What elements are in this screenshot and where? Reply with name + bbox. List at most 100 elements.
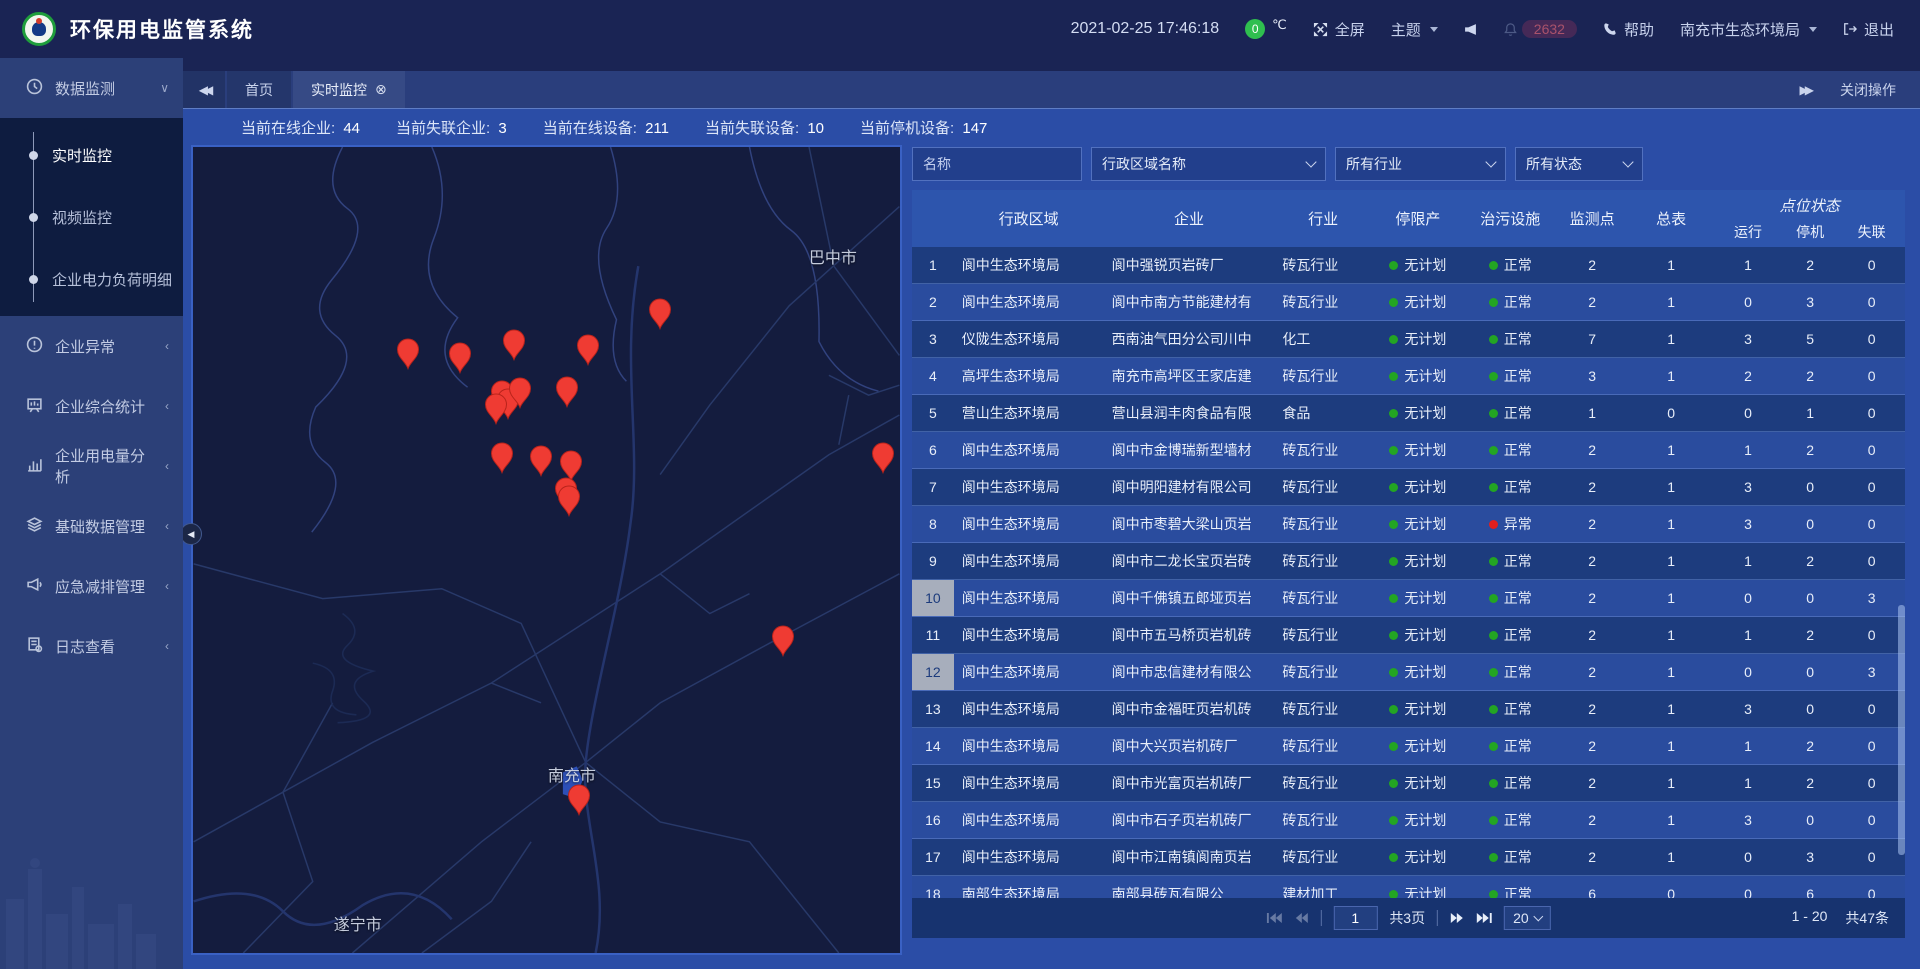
map-panel[interactable]: 巴中市南充市遂宁市 xyxy=(191,145,902,955)
status-dot-green xyxy=(1489,890,1498,899)
tab-close-icon[interactable]: ⊗ xyxy=(375,81,387,98)
map-pin-icon[interactable] xyxy=(648,298,672,330)
table-row[interactable]: 18南部生态环境局南部县砖瓦有限公建材加工无计划正常60060 xyxy=(912,876,1905,898)
table-row[interactable]: 1阆中生态环境局阆中强锐页岩砖厂砖瓦行业无计划正常21120 xyxy=(912,247,1905,284)
status-dot-green xyxy=(1389,742,1398,751)
sidebar-item-4[interactable]: 基础数据管理‹ xyxy=(0,496,183,556)
cell-total-meters: 1 xyxy=(1628,802,1714,838)
sidebar-subitem[interactable]: 企业电力负荷明细 xyxy=(0,248,183,310)
next-page-button[interactable] xyxy=(1450,912,1464,924)
cell-facility-status: 正常 xyxy=(1464,284,1556,320)
org-dropdown[interactable]: 南充市生态环境局 xyxy=(1680,19,1817,40)
cell-total-meters: 1 xyxy=(1628,765,1714,801)
tab-实时监控[interactable]: 实时监控⊗ xyxy=(293,71,405,108)
cell-monitor-points: 2 xyxy=(1556,691,1627,727)
status-text: 正常 xyxy=(1504,773,1532,793)
industry-select[interactable]: 所有行业 xyxy=(1335,147,1506,181)
table-row[interactable]: 14阆中生态环境局阆中大兴页岩机砖厂砖瓦行业无计划正常21120 xyxy=(912,728,1905,765)
cell-running: 1 xyxy=(1714,617,1782,653)
fullscreen-button[interactable]: 全屏 xyxy=(1313,19,1365,40)
region-select[interactable]: 行政区域名称 xyxy=(1091,147,1326,181)
table-row[interactable]: 8阆中生态环境局阆中市枣碧大梁山页岩砖瓦行业无计划异常21300 xyxy=(912,506,1905,543)
notifications[interactable]: 2632 xyxy=(1503,20,1577,38)
table-row[interactable]: 9阆中生态环境局阆中市二龙长宝页岩砖砖瓦行业无计划正常21120 xyxy=(912,543,1905,580)
map-pin-icon[interactable] xyxy=(396,338,420,370)
map-pin-icon[interactable] xyxy=(484,393,508,425)
cell-running: 1 xyxy=(1714,728,1782,764)
tabs-scroll-right-button[interactable]: ▶▶ xyxy=(1800,83,1810,97)
status-text: 无计划 xyxy=(1404,625,1446,645)
table-row[interactable]: 10阆中生态环境局阆中千佛镇五郎垭页岩砖瓦行业无计划正常21003 xyxy=(912,580,1905,617)
table-row[interactable]: 3仪陇生态环境局西南油气田分公司川中化工无计划正常71350 xyxy=(912,321,1905,358)
sidebar-item-1[interactable]: 企业异常‹ xyxy=(0,316,183,376)
sidebar-item-5[interactable]: 应急减排管理‹ xyxy=(0,556,183,616)
mute-button[interactable] xyxy=(1464,23,1477,36)
column-group-header: 点位状态 xyxy=(1714,190,1905,215)
map-pin-icon[interactable] xyxy=(557,485,581,517)
first-page-button[interactable] xyxy=(1266,912,1282,924)
status-metric: 当前在线企业: 44 xyxy=(241,117,360,138)
table-row[interactable]: 4高坪生态环境局南充市高坪区王家店建砖瓦行业无计划正常31220 xyxy=(912,358,1905,395)
cell-industry: 砖瓦行业 xyxy=(1274,765,1371,801)
cell-seq: 12 xyxy=(912,654,954,690)
cell-facility-status: 正常 xyxy=(1464,654,1556,690)
name-search-input[interactable] xyxy=(912,147,1082,181)
map-pin-icon[interactable] xyxy=(490,442,514,474)
status-select[interactable]: 所有状态 xyxy=(1515,147,1643,181)
status-dot-green xyxy=(1489,594,1498,603)
cell-seq: 10 xyxy=(912,580,954,616)
chevron-down-icon xyxy=(1485,156,1496,167)
sidebar-item-2[interactable]: 企业综合统计‹ xyxy=(0,376,183,436)
map-pin-icon[interactable] xyxy=(567,784,591,816)
theme-dropdown[interactable]: 主题 xyxy=(1391,19,1438,40)
table-row[interactable]: 13阆中生态环境局阆中市金福旺页岩机砖砖瓦行业无计划正常21300 xyxy=(912,691,1905,728)
map-pin-icon[interactable] xyxy=(448,342,472,374)
table-row[interactable]: 12阆中生态环境局阆中市忠信建材有限公砖瓦行业无计划正常21003 xyxy=(912,654,1905,691)
sidebar-item-3[interactable]: 企业用电量分析‹ xyxy=(0,436,183,496)
cell-offline: 0 xyxy=(1838,543,1905,579)
page-number-input[interactable] xyxy=(1333,906,1377,930)
cell-company: 阆中市二龙长宝页岩砖 xyxy=(1104,543,1275,579)
cell-industry: 砖瓦行业 xyxy=(1274,432,1371,468)
table-row[interactable]: 17阆中生态环境局阆中市江南镇阆南页岩砖瓦行业无计划正常21030 xyxy=(912,839,1905,876)
cell-offline: 0 xyxy=(1838,765,1905,801)
map-pin-icon[interactable] xyxy=(508,377,532,409)
table-row[interactable]: 16阆中生态环境局阆中市石子页岩机砖厂砖瓦行业无计划正常21300 xyxy=(912,802,1905,839)
bell-icon xyxy=(1503,22,1518,37)
tabs-scroll-left-button[interactable]: ◀◀ xyxy=(183,71,225,108)
cell-company: 阆中市光富页岩机砖厂 xyxy=(1104,765,1275,801)
log-file-icon xyxy=(26,636,43,657)
close-operations-button[interactable]: 关闭操作 xyxy=(1840,80,1896,100)
map-pin-icon[interactable] xyxy=(555,376,579,408)
table-row[interactable]: 15阆中生态环境局阆中市光富页岩机砖厂砖瓦行业无计划正常21120 xyxy=(912,765,1905,802)
map-pin-icon[interactable] xyxy=(576,334,600,366)
previous-page-button[interactable] xyxy=(1294,912,1308,924)
sidebar-subitem[interactable]: 实时监控 xyxy=(0,124,183,186)
table-row[interactable]: 2阆中生态环境局阆中市南方节能建材有砖瓦行业无计划正常21030 xyxy=(912,284,1905,321)
map-pin-icon[interactable] xyxy=(871,442,895,474)
table-row[interactable]: 6阆中生态环境局阆中市金博瑞新型墙材砖瓦行业无计划正常21120 xyxy=(912,432,1905,469)
cell-facility-status: 正常 xyxy=(1464,543,1556,579)
sidebar-item-0[interactable]: 数据监测∨ xyxy=(0,58,183,118)
cell-stopped: 1 xyxy=(1782,395,1839,431)
tab-首页[interactable]: 首页 xyxy=(227,71,291,108)
map-pin-icon[interactable] xyxy=(771,625,795,657)
logout-icon xyxy=(1843,22,1857,36)
help-button[interactable]: 帮助 xyxy=(1603,19,1654,40)
map-pin-icon[interactable] xyxy=(529,445,553,477)
sidebar-item-6[interactable]: 日志查看‹ xyxy=(0,616,183,676)
last-page-button[interactable] xyxy=(1476,912,1492,924)
page-size-select[interactable]: 20 xyxy=(1504,906,1551,930)
cell-offline: 0 xyxy=(1838,432,1905,468)
map-pin-icon[interactable] xyxy=(502,329,526,361)
cell-facility-status: 正常 xyxy=(1464,876,1556,898)
table-row[interactable]: 11阆中生态环境局阆中市五马桥页岩机砖砖瓦行业无计划正常21120 xyxy=(912,617,1905,654)
cell-region: 阆中生态环境局 xyxy=(954,691,1104,727)
sidebar-collapse-button[interactable]: ◀ xyxy=(180,523,202,545)
cell-region: 阆中生态环境局 xyxy=(954,506,1104,542)
logout-button[interactable]: 退出 xyxy=(1843,19,1894,40)
sidebar-subitem[interactable]: 视频监控 xyxy=(0,186,183,248)
table-row[interactable]: 7阆中生态环境局阆中明阳建材有限公司砖瓦行业无计划正常21300 xyxy=(912,469,1905,506)
table-scrollbar[interactable] xyxy=(1898,605,1905,855)
table-row[interactable]: 5营山生态环境局营山县润丰肉食品有限食品无计划正常10010 xyxy=(912,395,1905,432)
